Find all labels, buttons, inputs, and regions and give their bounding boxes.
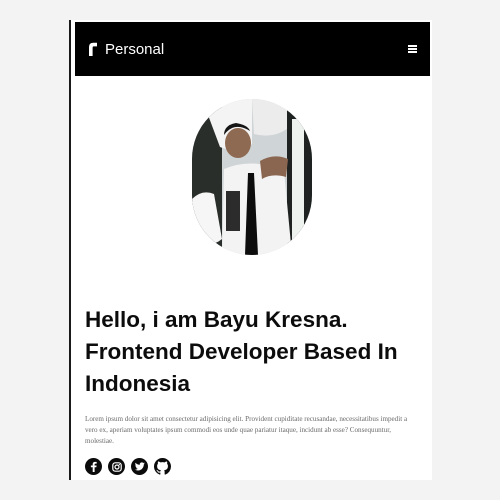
- hero-heading-line: Hello, i am Bayu Kresna.: [85, 307, 348, 332]
- github-icon[interactable]: [154, 458, 171, 475]
- social-links: [85, 458, 171, 475]
- brand-logo-icon: [89, 42, 97, 56]
- hero-heading-line: Frontend Developer Based In: [85, 339, 398, 364]
- hero-bio: Lorem ipsum dolor sit amet consectetur a…: [85, 415, 408, 445]
- twitter-icon[interactable]: [131, 458, 148, 475]
- hero-heading: Hello, i am Bayu Kresna. Frontend Develo…: [85, 304, 425, 400]
- facebook-icon[interactable]: [85, 458, 102, 475]
- hero-heading-line: Indonesia: [85, 371, 191, 396]
- navbar: Personal: [75, 22, 430, 76]
- instagram-icon[interactable]: [108, 458, 125, 475]
- page-frame: Personal Hello, i am Bayu Kresna. Fronte…: [69, 20, 432, 480]
- brand-link[interactable]: Personal: [88, 41, 164, 58]
- hamburger-menu-icon[interactable]: [408, 45, 417, 53]
- brand-title: Personal: [105, 40, 165, 58]
- profile-photo: [192, 99, 312, 255]
